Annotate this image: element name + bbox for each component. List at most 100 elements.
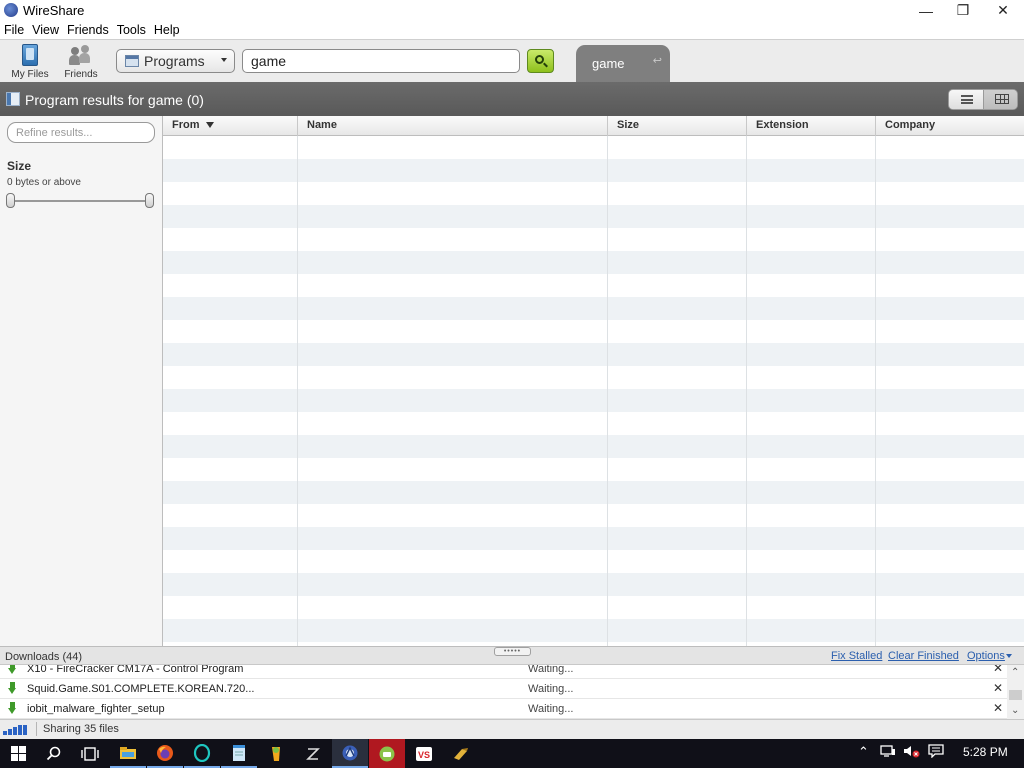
menu-tools[interactable]: Tools bbox=[117, 23, 146, 37]
empty-row-stripe bbox=[163, 619, 1024, 642]
size-slider-max-handle[interactable] bbox=[145, 193, 154, 208]
folder-icon bbox=[120, 746, 136, 759]
clear-finished-link[interactable]: Clear Finished bbox=[888, 650, 959, 662]
video-app-icon: VS bbox=[416, 746, 432, 761]
list-view-button[interactable] bbox=[949, 90, 983, 109]
empty-row-stripe bbox=[163, 389, 1024, 412]
task-view-button[interactable] bbox=[72, 739, 108, 768]
task-view-icon bbox=[81, 746, 99, 761]
list-view-icon bbox=[961, 95, 973, 104]
column-size[interactable]: Size bbox=[608, 116, 747, 136]
windows-logo-icon bbox=[10, 746, 26, 761]
empty-row-stripe bbox=[163, 205, 1024, 228]
window-title: WireShare bbox=[23, 3, 85, 18]
size-slider-min-handle[interactable] bbox=[6, 193, 15, 208]
download-arrow-icon bbox=[8, 682, 17, 694]
taskbar-android-app[interactable] bbox=[369, 739, 405, 768]
volume-muted-icon[interactable] bbox=[903, 744, 921, 761]
downloads-count-label: Downloads (44) bbox=[5, 651, 83, 663]
remove-download-icon[interactable]: ✕ bbox=[993, 665, 1003, 675]
column-company[interactable]: Company bbox=[876, 116, 1024, 136]
friends-button[interactable]: Friends bbox=[58, 42, 104, 80]
remove-download-icon[interactable]: ✕ bbox=[993, 681, 1003, 695]
programs-icon bbox=[125, 55, 139, 67]
empty-row-stripe bbox=[163, 251, 1024, 274]
download-name: Squid.Game.S01.COMPLETE.KOREAN.720... bbox=[27, 683, 255, 695]
show-hidden-icons-button[interactable]: ⌃ bbox=[858, 744, 869, 760]
taskbar-tool-app[interactable] bbox=[443, 739, 479, 768]
friends-label: Friends bbox=[64, 69, 98, 80]
column-size-label: Size bbox=[617, 119, 640, 131]
empty-row-stripe bbox=[163, 159, 1024, 182]
connection-strength-icon[interactable] bbox=[3, 725, 29, 735]
download-name: X10 - FireCracker CM17A - Control Progra… bbox=[27, 665, 244, 675]
search-icon bbox=[46, 746, 61, 760]
empty-row-stripe bbox=[163, 573, 1024, 596]
column-extension[interactable]: Extension bbox=[747, 116, 876, 136]
column-extension-label: Extension bbox=[756, 119, 809, 131]
download-status: Waiting... bbox=[528, 683, 574, 695]
downloads-scrollbar[interactable]: ⌃ ⌄ bbox=[1007, 665, 1024, 719]
minimize-button[interactable]: — bbox=[906, 0, 946, 21]
results-table: From Name Size Extension Company bbox=[163, 116, 1024, 646]
menu-friends[interactable]: Friends bbox=[67, 23, 109, 37]
android-app-icon bbox=[379, 746, 395, 761]
restore-button[interactable]: ❐ bbox=[943, 0, 983, 21]
start-button[interactable] bbox=[0, 739, 36, 768]
taskbar-z-app[interactable] bbox=[295, 739, 331, 768]
action-center-icon[interactable] bbox=[928, 744, 944, 761]
downloads-options-link[interactable]: Options bbox=[967, 650, 1005, 662]
download-row[interactable]: iobit_malware_fighter_setup Waiting... ✕ bbox=[0, 699, 1007, 719]
search-input[interactable] bbox=[242, 49, 520, 73]
svg-text:VS: VS bbox=[418, 750, 430, 760]
remove-download-icon[interactable]: ✕ bbox=[993, 701, 1003, 715]
results-title: Program results for game (0) bbox=[25, 92, 204, 108]
title-bar bbox=[0, 0, 1024, 21]
size-slider-track[interactable] bbox=[10, 200, 151, 202]
close-window-button[interactable]: ✕ bbox=[983, 0, 1023, 21]
download-status: Waiting... bbox=[528, 665, 574, 675]
size-filter-heading: Size bbox=[7, 159, 32, 173]
search-button[interactable] bbox=[527, 49, 554, 73]
menu-help[interactable]: Help bbox=[154, 23, 180, 37]
taskbar-firefox[interactable] bbox=[147, 739, 183, 768]
scroll-up-icon[interactable]: ⌃ bbox=[1011, 667, 1019, 678]
empty-row-stripe bbox=[163, 297, 1024, 320]
sharing-status[interactable]: Sharing 35 files bbox=[43, 723, 119, 735]
search-tab[interactable]: game ↩ bbox=[576, 45, 670, 82]
column-from-label: From bbox=[172, 119, 200, 131]
table-view-button[interactable] bbox=[983, 90, 1017, 109]
opera-icon bbox=[193, 743, 211, 762]
taskbar-opera[interactable] bbox=[184, 739, 220, 768]
taskbar-file-explorer[interactable] bbox=[110, 739, 146, 768]
my-files-label: My Files bbox=[11, 69, 49, 80]
taskbar-fl-studio[interactable] bbox=[258, 739, 294, 768]
downloads-resize-handle[interactable]: ••••• bbox=[494, 647, 531, 656]
taskbar-wireshare[interactable] bbox=[332, 739, 368, 768]
taskbar-video-app[interactable]: VS bbox=[406, 739, 442, 768]
my-files-button[interactable]: My Files bbox=[7, 42, 53, 80]
menu-view[interactable]: View bbox=[32, 23, 59, 37]
taskbar-clock[interactable]: 5:28 PM bbox=[963, 745, 1008, 759]
column-name[interactable]: Name bbox=[298, 116, 608, 136]
search-category-dropdown[interactable]: Programs bbox=[116, 49, 235, 73]
notepad-icon bbox=[233, 744, 245, 761]
status-bar bbox=[0, 719, 1024, 739]
program-results-icon bbox=[6, 92, 20, 106]
scroll-down-icon[interactable]: ⌄ bbox=[1011, 705, 1019, 716]
scrollbar-thumb[interactable] bbox=[1009, 690, 1022, 700]
download-row[interactable]: X10 - FireCracker CM17A - Control Progra… bbox=[0, 665, 1007, 679]
taskbar-notepad[interactable] bbox=[221, 739, 257, 768]
fix-stalled-link[interactable]: Fix Stalled bbox=[831, 650, 882, 662]
empty-row-stripe bbox=[163, 481, 1024, 504]
taskbar-search-button[interactable] bbox=[36, 739, 72, 768]
column-from[interactable]: From bbox=[163, 116, 298, 136]
download-row[interactable]: Squid.Game.S01.COMPLETE.KOREAN.720... Wa… bbox=[0, 679, 1007, 699]
refine-results-input[interactable] bbox=[7, 122, 155, 143]
search-tab-label: game bbox=[592, 56, 625, 71]
size-filter-value: 0 bytes or above bbox=[7, 177, 81, 188]
menu-file[interactable]: File bbox=[4, 23, 24, 37]
network-icon[interactable] bbox=[880, 744, 896, 761]
download-arrow-icon bbox=[8, 665, 17, 674]
close-tab-icon[interactable]: ↩ bbox=[653, 54, 662, 67]
